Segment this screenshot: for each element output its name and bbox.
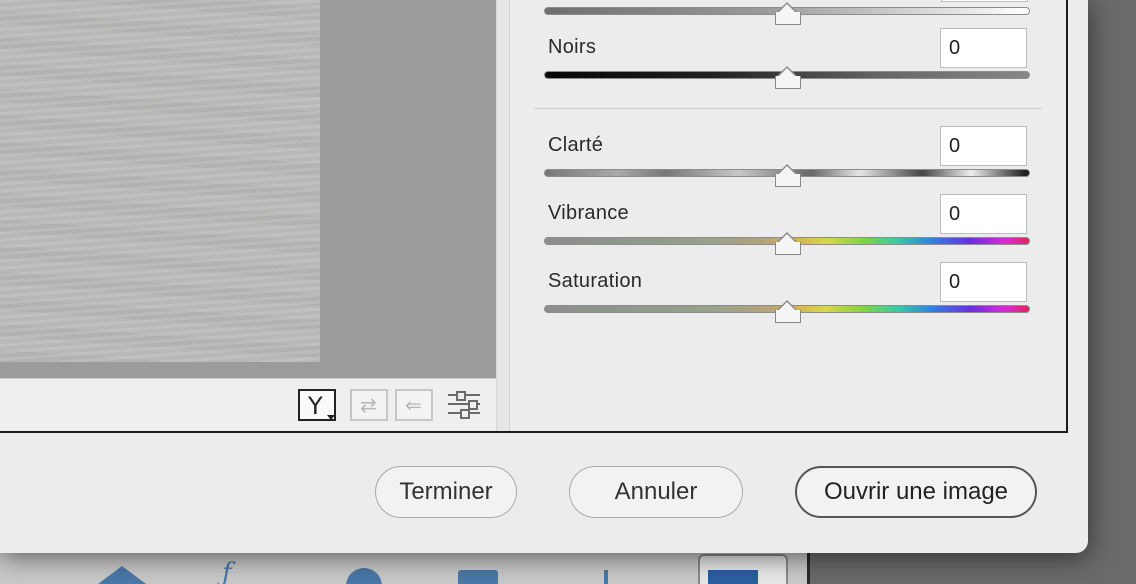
slider-thumb-noirs[interactable]	[775, 66, 801, 89]
slider-thumb-clarte[interactable]	[775, 164, 801, 187]
section-divider	[534, 108, 1042, 109]
dropdown-arrow-icon	[327, 415, 335, 420]
copy-arrow-icon: ⇐	[405, 393, 422, 417]
slider-value-vibrance[interactable]: 0	[940, 194, 1027, 234]
preferences-toggle-button[interactable]	[446, 389, 482, 421]
slider-value-noirs[interactable]: 0	[940, 28, 1027, 68]
sliders-icon-line	[448, 409, 480, 419]
preview-toolbar: Y ⇄ ⇐	[0, 378, 496, 431]
image-preview[interactable]	[0, 0, 496, 378]
annuler-button[interactable]: Annuler	[569, 466, 743, 518]
before-after-view-button[interactable]: Y	[298, 389, 336, 421]
camera-raw-dialog: Y ⇄ ⇐ Noirs 0 Clarté 0 Vibrance 0 Satura…	[0, 0, 1088, 553]
slider-value-field-top[interactable]	[941, 0, 1028, 2]
person-icon	[346, 568, 382, 584]
sliders-icon	[448, 391, 480, 401]
slider-label-vibrance: Vibrance	[548, 202, 629, 224]
swap-icon: ⇄	[360, 393, 377, 417]
sliders-icon-line	[448, 400, 480, 410]
home-icon	[98, 566, 146, 584]
editor-frame: Y ⇄ ⇐ Noirs 0 Clarté 0 Vibrance 0 Satura…	[0, 0, 1068, 433]
function-icon: ƒ	[222, 558, 232, 584]
slider-label-clarte: Clarté	[548, 134, 604, 156]
photo-preview	[0, 0, 320, 362]
slider-label-saturation: Saturation	[548, 270, 643, 292]
before-after-icon: Y	[308, 392, 323, 420]
slider-value-clarte[interactable]: 0	[940, 126, 1027, 166]
photos-icon	[458, 570, 498, 584]
panel-divider[interactable]	[496, 0, 510, 431]
adjustments-panel: Noirs 0 Clarté 0 Vibrance 0 Saturation 0	[511, 0, 1066, 431]
slider-value-saturation[interactable]: 0	[940, 262, 1027, 302]
slider-label-noirs: Noirs	[548, 36, 597, 58]
copy-settings-button[interactable]: ⇐	[395, 389, 433, 421]
terminer-button[interactable]: Terminer	[375, 466, 517, 518]
slider-thumb-saturation[interactable]	[775, 300, 801, 323]
slider-thumb-vibrance[interactable]	[775, 232, 801, 255]
ouvrir-image-button[interactable]: Ouvrir une image	[795, 466, 1037, 518]
bar-icon	[604, 570, 608, 584]
panel-icon	[698, 554, 788, 584]
swap-settings-button[interactable]: ⇄	[350, 389, 388, 421]
slider-thumb-top[interactable]	[775, 2, 801, 25]
